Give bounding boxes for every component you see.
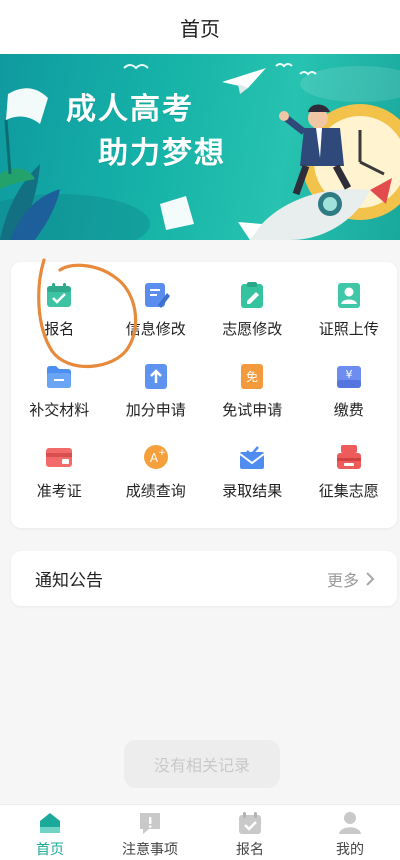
tab-label: 注意事项 — [122, 842, 178, 858]
home-icon — [36, 809, 64, 837]
svg-text:¥: ¥ — [345, 368, 352, 381]
menu-item-label: 信息修改 — [125, 320, 186, 338]
notice-bar[interactable]: 通知公告 更多 — [11, 551, 397, 606]
tab-notes[interactable]: 注意事项 — [100, 805, 200, 860]
tab-home[interactable]: 首页 — [0, 805, 100, 860]
more-link[interactable]: 更多 — [327, 567, 375, 591]
service-grid: 报名 信息修改 志愿修改 证照上传 补交材料 加分申请 免 免试申请 ¥ 缴费 … — [11, 280, 397, 507]
calendar-check-icon — [44, 280, 74, 310]
menu-item-solicit-preference[interactable]: 征集志愿 — [301, 442, 398, 507]
notice-icon — [136, 809, 164, 837]
yuan-payment-icon: ¥ — [334, 361, 364, 391]
menu-item-preference-edit[interactable]: 志愿修改 — [204, 280, 301, 345]
menu-item-score-query[interactable]: A + 成绩查询 — [108, 442, 205, 507]
menu-item-label: 证照上传 — [318, 320, 379, 338]
tab-label: 我的 — [336, 842, 364, 858]
exempt-document-icon: 免 — [237, 361, 267, 391]
user-icon — [336, 809, 364, 837]
top-bar: 首页 — [0, 0, 400, 54]
menu-item-label: 征集志愿 — [318, 482, 379, 500]
menu-item-payment[interactable]: ¥ 缴费 — [301, 361, 398, 426]
tab-profile[interactable]: 我的 — [300, 805, 400, 860]
admission-card-icon — [44, 442, 74, 472]
service-menu-card: 报名 信息修改 志愿修改 证照上传 补交材料 加分申请 免 免试申请 ¥ 缴费 … — [11, 258, 397, 528]
menu-item-label: 报名 — [44, 320, 75, 338]
more-label: 更多 — [326, 570, 359, 590]
menu-item-bonus-apply[interactable]: 加分申请 — [108, 361, 205, 426]
hero-banner[interactable]: 成人高考 助力梦想 — [0, 54, 400, 240]
clipboard-edit-icon — [237, 280, 267, 310]
menu-item-photo-upload[interactable]: 证照上传 — [301, 280, 398, 345]
empty-record-toast: 没有相关记录 — [124, 740, 280, 788]
menu-item-label: 免试申请 — [222, 401, 283, 419]
upload-arrow-icon — [141, 361, 171, 391]
menu-item-exempt-apply[interactable]: 免 免试申请 — [204, 361, 301, 426]
page-title: 首页 — [180, 16, 220, 41]
banner-headline-2: 助力梦想 — [98, 136, 226, 171]
notice-title: 通知公告 — [35, 571, 103, 591]
mailbox-icon — [334, 442, 364, 472]
tab-label: 首页 — [36, 842, 64, 858]
chevron-right-icon — [365, 571, 375, 587]
id-photo-icon — [334, 280, 364, 310]
menu-item-label: 缴费 — [333, 401, 364, 419]
menu-item-info-edit[interactable]: 信息修改 — [108, 280, 205, 345]
menu-item-label: 志愿修改 — [222, 320, 283, 338]
edit-document-icon — [141, 280, 171, 310]
menu-item-admission-result[interactable]: 录取结果 — [204, 442, 301, 507]
grade-a-plus-icon: A + — [141, 442, 171, 472]
tab-register[interactable]: 报名 — [200, 805, 300, 860]
envelope-icon — [237, 442, 267, 472]
menu-item-label: 成绩查询 — [125, 482, 186, 500]
menu-item-supplement[interactable]: 补交材料 — [11, 361, 108, 426]
bottom-tab-bar: 首页 注意事项 报名 我的 — [0, 804, 400, 860]
menu-item-admission-ticket[interactable]: 准考证 — [11, 442, 108, 507]
menu-item-label: 补交材料 — [29, 401, 90, 419]
tab-label: 报名 — [236, 842, 264, 858]
menu-item-register[interactable]: 报名 — [11, 280, 108, 345]
svg-text:免: 免 — [246, 369, 258, 384]
banner-headline-1: 成人高考 — [66, 92, 194, 127]
empty-record-text: 没有相关记录 — [153, 756, 250, 775]
menu-item-label: 准考证 — [36, 482, 82, 500]
register-calendar-icon — [236, 809, 264, 837]
menu-item-label: 录取结果 — [222, 482, 283, 500]
svg-text:+: + — [158, 448, 166, 458]
menu-item-label: 加分申请 — [125, 401, 186, 419]
folder-icon — [44, 361, 74, 391]
